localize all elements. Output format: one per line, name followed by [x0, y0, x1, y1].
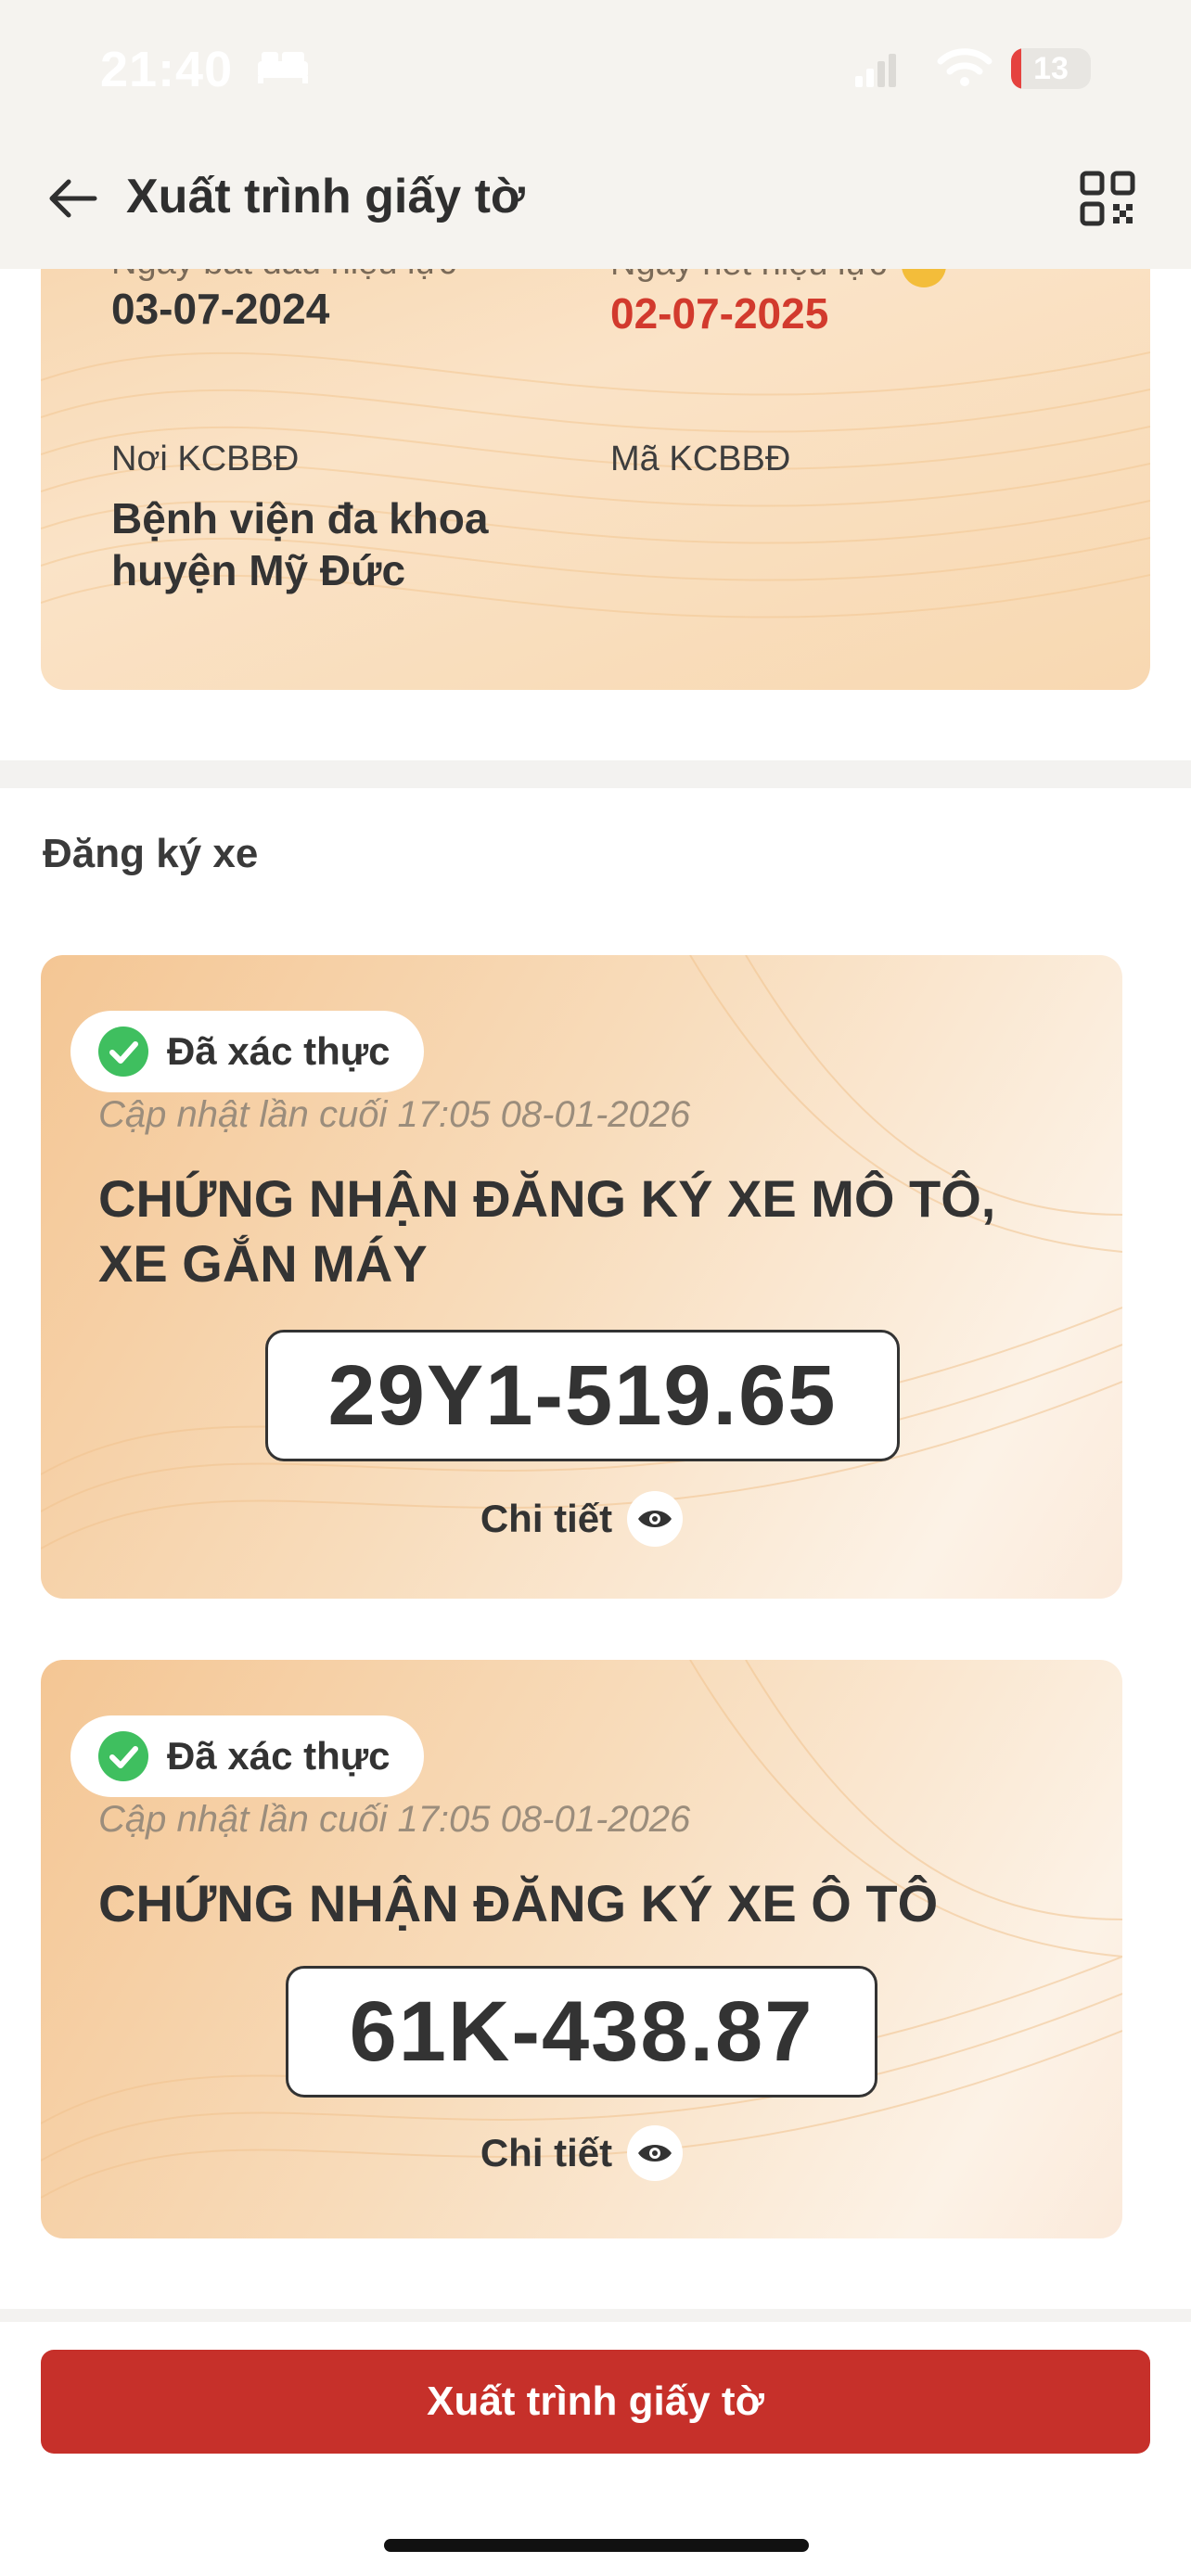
detail-label: Chi tiết	[480, 1497, 613, 1540]
section-title-vehicle-registration: Đăng ký xe	[43, 831, 259, 876]
vehicle-title-line2: XE GẮN MÁY	[98, 1234, 428, 1293]
signal-icon	[855, 54, 896, 87]
detail-link[interactable]: Chi tiết	[41, 1491, 1122, 1547]
detail-label: Chi tiết	[480, 2131, 613, 2174]
license-plate: 29Y1-519.65	[265, 1330, 900, 1461]
top-bar: 21:40 13 Xuất trình giấy tờ	[0, 0, 1191, 269]
facility-code-label: Mã KCBBĐ	[610, 440, 791, 478]
detail-link[interactable]: Chi tiết	[41, 2125, 1122, 2181]
check-circle-icon	[98, 1731, 148, 1781]
vehicle-title-line1: CHỨNG NHẬN ĐĂNG KÝ XE Ô TÔ	[98, 1874, 939, 1932]
back-arrow-icon[interactable]	[45, 176, 98, 221]
battery-level: 13	[1033, 51, 1069, 86]
verified-text: Đã xác thực	[167, 1734, 391, 1778]
vehicle-card-car[interactable]: Đã xác thực Cập nhật lần cuối 17:05 08-0…	[41, 1660, 1122, 2238]
start-date-value: 03-07-2024	[111, 285, 330, 333]
status-time: 21:40	[100, 42, 234, 97]
qr-code-icon[interactable]	[1080, 171, 1135, 226]
verified-text: Đã xác thực	[167, 1029, 391, 1073]
battery-indicator: 13	[1011, 48, 1091, 89]
facility-field: Nơi KCBBĐ Bệnh viện đa khoa huyện Mỹ Đức	[111, 440, 488, 596]
facility-code-field: Mã KCBBĐ	[610, 440, 790, 479]
verified-badge: Đã xác thực	[70, 1011, 424, 1092]
section-divider	[0, 760, 1191, 788]
check-circle-icon	[98, 1027, 148, 1077]
facility-label: Nơi KCBBĐ	[111, 440, 300, 478]
vehicle-title-line1: CHỨNG NHẬN ĐĂNG KÝ XE MÔ TÔ,	[98, 1169, 996, 1228]
vehicle-card-motorbike[interactable]: Đã xác thực Cập nhật lần cuối 17:05 08-0…	[41, 955, 1122, 1599]
last-updated-text: Cập nhật lần cuối 17:05 08-01-2026	[98, 1799, 691, 1840]
bed-icon	[258, 52, 308, 83]
license-plate: 61K-438.87	[286, 1966, 877, 2098]
last-updated-text: Cập nhật lần cuối 17:05 08-01-2026	[98, 1094, 691, 1135]
home-indicator[interactable]	[384, 2539, 809, 2552]
verified-badge: Đã xác thực	[70, 1715, 424, 1797]
end-date-value: 02-07-2025	[610, 289, 829, 338]
facility-value-line2: huyện Mỹ Đức	[111, 546, 406, 594]
present-documents-button[interactable]: Xuất trình giấy tờ	[41, 2350, 1150, 2454]
facility-value-line1: Bệnh viện đa khoa	[111, 494, 489, 542]
bottom-divider	[0, 2309, 1191, 2322]
page-title: Xuất trình giấy tờ	[126, 170, 525, 223]
wifi-icon	[937, 48, 992, 86]
eye-icon	[627, 1491, 684, 1547]
eye-icon	[627, 2125, 684, 2181]
